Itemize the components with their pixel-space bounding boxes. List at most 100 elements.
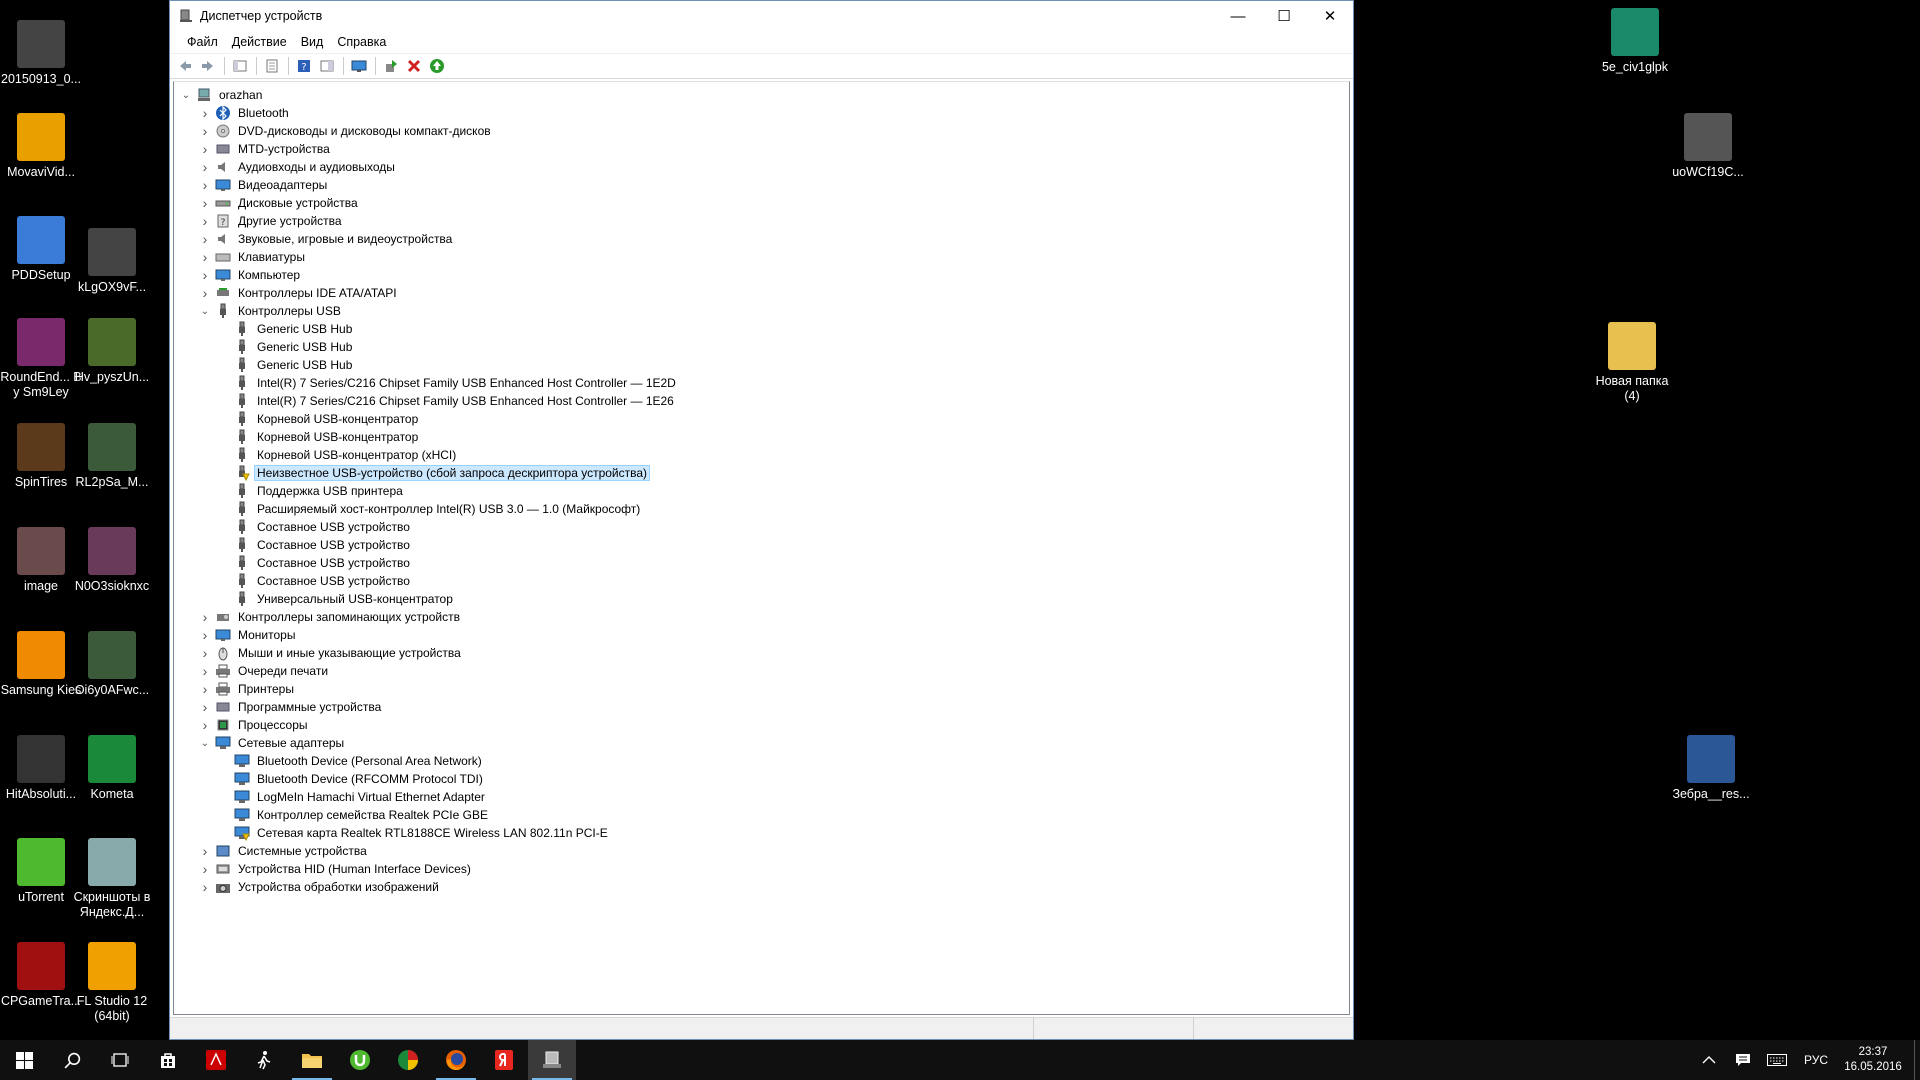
chevron-down-icon[interactable]: ⌄ xyxy=(198,304,212,318)
chevron-right-icon[interactable]: › xyxy=(198,861,212,877)
device-tree[interactable]: ⌄ orazhan › Bluetooth › DVD-дисководы и диско… xyxy=(173,81,1350,1015)
chevron-right-icon[interactable]: › xyxy=(198,699,212,715)
chevron-right-icon[interactable]: › xyxy=(198,213,212,229)
tree-device-item[interactable]: Generic USB Hub xyxy=(174,356,1349,374)
chevron-right-icon[interactable]: › xyxy=(198,195,212,211)
tree-device-item[interactable]: Generic USB Hub xyxy=(174,320,1349,338)
back-button[interactable] xyxy=(174,55,196,77)
chevron-right-icon[interactable]: › xyxy=(198,141,212,157)
taskbar-kometa[interactable] xyxy=(384,1040,432,1080)
action-pane-button[interactable] xyxy=(316,55,338,77)
tree-category-item[interactable]: › Аудиовходы и аудиовыходы xyxy=(174,158,1349,176)
tree-category-item[interactable]: › Контроллеры запоминающих устройств xyxy=(174,608,1349,626)
desktop-icon[interactable]: Kometa xyxy=(71,735,153,802)
chevron-right-icon[interactable]: › xyxy=(198,177,212,193)
chevron-right-icon[interactable]: › xyxy=(198,105,212,121)
desktop-icon[interactable]: Samsung Kies xyxy=(0,631,82,698)
chevron-right-icon[interactable]: › xyxy=(198,249,212,265)
tree-category-item[interactable]: › Очереди печати xyxy=(174,662,1349,680)
taskbar-firefox[interactable] xyxy=(432,1040,480,1080)
desktop-icon[interactable]: image xyxy=(0,527,82,594)
chevron-right-icon[interactable]: › xyxy=(198,645,212,661)
chevron-right-icon[interactable]: › xyxy=(198,663,212,679)
tree-device-item[interactable]: Составное USB устройство xyxy=(174,536,1349,554)
desktop-icon[interactable]: uTorrent xyxy=(0,838,82,905)
tree-device-item[interactable]: Bluetooth Device (RFCOMM Protocol TDI) xyxy=(174,770,1349,788)
desktop-icon[interactable]: 20150913_0... xyxy=(0,20,82,87)
tree-device-item[interactable]: Контроллер семейства Realtek PCIe GBE xyxy=(174,806,1349,824)
help-button[interactable]: ? xyxy=(293,55,315,77)
tree-category-item[interactable]: › Устройства обработки изображений xyxy=(174,878,1349,896)
start-button[interactable] xyxy=(0,1040,48,1080)
tree-device-item[interactable]: Сетевая карта Realtek RTL8188CE Wireless… xyxy=(174,824,1349,842)
chevron-right-icon[interactable]: › xyxy=(198,879,212,895)
tree-device-item[interactable]: Неизвестное USB-устройство (сбой запроса… xyxy=(174,464,1349,482)
tree-category-item[interactable]: › Устройства HID (Human Interface Devices… xyxy=(174,860,1349,878)
tree-category-item[interactable]: › Контроллеры IDE ATA/ATAPI xyxy=(174,284,1349,302)
action-center-button[interactable] xyxy=(1726,1040,1760,1080)
desktop-icon[interactable]: CPGameTra... xyxy=(0,942,82,1009)
tree-device-item[interactable]: Составное USB устройство xyxy=(174,554,1349,572)
tree-device-item[interactable]: Intel(R) 7 Series/C216 Chipset Family US… xyxy=(174,374,1349,392)
show-hidden-icons-button[interactable] xyxy=(1692,1040,1726,1080)
chevron-down-icon[interactable]: ⌄ xyxy=(179,88,193,102)
chevron-right-icon[interactable]: › xyxy=(198,843,212,859)
tree-category-item[interactable]: › Мыши и иные указывающие устройства xyxy=(174,644,1349,662)
tree-device-item[interactable]: Generic USB Hub xyxy=(174,338,1349,356)
tree-device-item[interactable]: Корневой USB-концентратор xyxy=(174,428,1349,446)
taskbar-adobe-reader[interactable] xyxy=(192,1040,240,1080)
tree-device-item[interactable]: Составное USB устройство xyxy=(174,518,1349,536)
chevron-right-icon[interactable]: › xyxy=(198,627,212,643)
tree-category-item[interactable]: › Программные устройства xyxy=(174,698,1349,716)
taskbar-game-launcher[interactable] xyxy=(240,1040,288,1080)
minimize-button[interactable]: — xyxy=(1215,1,1261,31)
tree-device-item[interactable]: Составное USB устройство xyxy=(174,572,1349,590)
maximize-button[interactable]: ☐ xyxy=(1261,1,1307,31)
desktop-icon[interactable]: kLgOX9vF... xyxy=(71,228,153,295)
tree-device-item[interactable]: Расширяемый хост-контроллер Intel(R) USB… xyxy=(174,500,1349,518)
desktop-icon[interactable]: PDDSetup xyxy=(0,216,82,283)
tree-device-item[interactable]: LogMeIn Hamachi Virtual Ethernet Adapter xyxy=(174,788,1349,806)
scan-hardware-button[interactable] xyxy=(348,55,370,77)
desktop-icon[interactable]: N0O3sioknxc xyxy=(71,527,153,594)
chevron-right-icon[interactable]: › xyxy=(198,231,212,247)
chevron-right-icon[interactable]: › xyxy=(198,267,212,283)
chevron-down-icon[interactable]: ⌄ xyxy=(198,736,212,750)
desktop-icon[interactable]: SpinTires xyxy=(0,423,82,490)
chevron-right-icon[interactable]: › xyxy=(198,681,212,697)
tree-category-item[interactable]: › Принтеры xyxy=(174,680,1349,698)
tree-category-item[interactable]: › Звуковые, игровые и видеоустройства xyxy=(174,230,1349,248)
update-driver-button[interactable] xyxy=(380,55,402,77)
search-button[interactable] xyxy=(48,1040,96,1080)
tree-device-item[interactable]: Корневой USB-концентратор xyxy=(174,410,1349,428)
menu-view[interactable]: Вид xyxy=(294,33,331,51)
tree-category-item[interactable]: › MTD-устройства xyxy=(174,140,1349,158)
tree-device-item[interactable]: Корневой USB-концентратор (xHCI) xyxy=(174,446,1349,464)
show-hide-console-tree-button[interactable] xyxy=(229,55,251,77)
tree-category-item[interactable]: › Дисковые устройства xyxy=(174,194,1349,212)
close-button[interactable]: ✕ xyxy=(1307,1,1353,31)
taskbar-file-explorer[interactable] xyxy=(288,1040,336,1080)
tree-category-item[interactable]: › Системные устройства xyxy=(174,842,1349,860)
menu-action[interactable]: Действие xyxy=(225,33,294,51)
chevron-right-icon[interactable]: › xyxy=(198,717,212,733)
desktop-icon[interactable]: HitAbsoluti... xyxy=(0,735,82,802)
chevron-right-icon[interactable]: › xyxy=(198,123,212,139)
tree-category-item[interactable]: › DVD-дисководы и дисководы компакт-диско… xyxy=(174,122,1349,140)
menu-file[interactable]: Файл xyxy=(180,33,225,51)
desktop-icon[interactable]: Hv_pyszUn... xyxy=(71,318,153,385)
tree-category-item[interactable]: › Видеоадаптеры xyxy=(174,176,1349,194)
tree-category-item[interactable]: ›? Другие устройства xyxy=(174,212,1349,230)
device-manager-window[interactable]: Диспетчер устройств — ☐ ✕ Файл Действие … xyxy=(169,0,1354,1040)
title-bar[interactable]: Диспетчер устройств — ☐ ✕ xyxy=(170,1,1353,31)
task-view-button[interactable] xyxy=(96,1040,144,1080)
desktop-icon[interactable]: MovaviVid... xyxy=(0,113,82,180)
taskbar-yandex-browser[interactable] xyxy=(480,1040,528,1080)
tree-device-item[interactable]: Intel(R) 7 Series/C216 Chipset Family US… xyxy=(174,392,1349,410)
desktop-icon[interactable]: Скриншоты в Яндекс.Д... xyxy=(71,838,153,920)
menu-help[interactable]: Справка xyxy=(330,33,393,51)
properties-button[interactable] xyxy=(261,55,283,77)
desktop-icon[interactable]: RoundEnd... By Sm9Ley xyxy=(0,318,82,400)
desktop-icon[interactable]: Новая папка (4) xyxy=(1591,322,1673,404)
desktop-icon[interactable]: 5e_civ1glpk xyxy=(1594,8,1676,75)
